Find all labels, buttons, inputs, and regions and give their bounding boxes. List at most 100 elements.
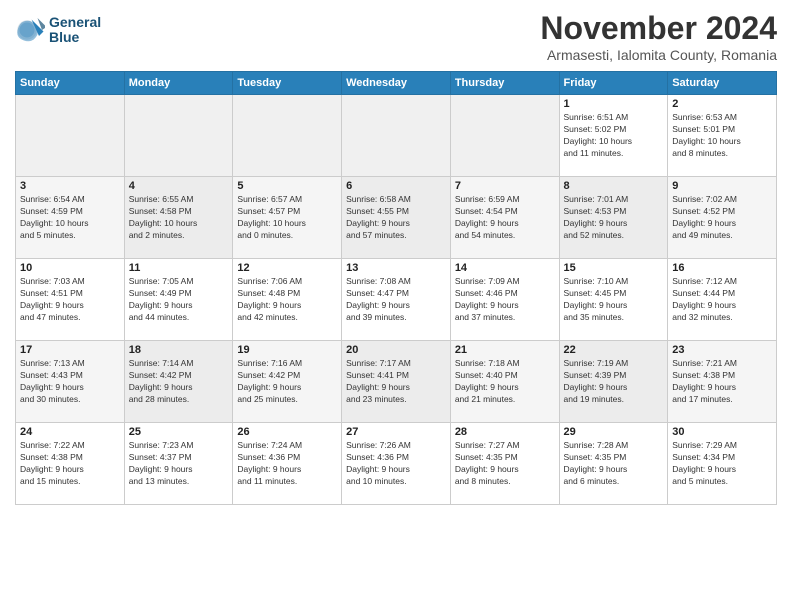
- day-number: 11: [129, 262, 229, 274]
- day-number: 28: [455, 426, 555, 438]
- day-number: 26: [237, 426, 337, 438]
- logo: General Blue: [15, 15, 101, 46]
- day-header-wednesday: Wednesday: [342, 72, 451, 95]
- day-header-friday: Friday: [559, 72, 668, 95]
- day-info: Sunrise: 7:10 AM Sunset: 4:45 PM Dayligh…: [564, 276, 664, 324]
- day-number: 1: [564, 98, 664, 110]
- day-number: 29: [564, 426, 664, 438]
- day-cell: 29 Sunrise: 7:28 AM Sunset: 4:35 PM Dayli…: [559, 423, 668, 505]
- day-number: 13: [346, 262, 446, 274]
- week-row-3: 10 Sunrise: 7:03 AM Sunset: 4:51 PM Dayli…: [16, 259, 777, 341]
- day-cell: 1 Sunrise: 6:51 AM Sunset: 5:02 PM Daylig…: [559, 95, 668, 177]
- day-cell: 15 Sunrise: 7:10 AM Sunset: 4:45 PM Dayli…: [559, 259, 668, 341]
- day-number: 3: [20, 180, 120, 192]
- day-cell: 16Sunrise: 7:12 AM Sunset: 4:44 PM Dayli…: [668, 259, 777, 341]
- day-cell: 9 Sunrise: 7:02 AM Sunset: 4:52 PM Daylig…: [668, 177, 777, 259]
- day-cell: 14 Sunrise: 7:09 AM Sunset: 4:46 PM Dayli…: [450, 259, 559, 341]
- day-info: Sunrise: 7:09 AM Sunset: 4:46 PM Dayligh…: [455, 276, 555, 324]
- day-info: Sunrise: 7:22 AM Sunset: 4:38 PM Dayligh…: [20, 440, 120, 488]
- day-info: Sunrise: 7:21 AM Sunset: 4:38 PM Dayligh…: [672, 358, 772, 406]
- day-info: Sunrise: 7:06 AM Sunset: 4:48 PM Dayligh…: [237, 276, 337, 324]
- day-info: Sunrise: 7:13 AM Sunset: 4:43 PM Dayligh…: [20, 358, 120, 406]
- day-info: Sunrise: 6:58 AM Sunset: 4:55 PM Dayligh…: [346, 194, 446, 242]
- day-cell: 17Sunrise: 7:13 AM Sunset: 4:43 PM Dayli…: [16, 341, 125, 423]
- title-area: November 2024 Armasesti, Ialomita County…: [540, 10, 777, 63]
- day-info: Sunrise: 7:18 AM Sunset: 4:40 PM Dayligh…: [455, 358, 555, 406]
- day-info: Sunrise: 6:53 AM Sunset: 5:01 PM Dayligh…: [672, 112, 772, 160]
- day-header-saturday: Saturday: [668, 72, 777, 95]
- day-number: 27: [346, 426, 446, 438]
- day-number: 22: [564, 344, 664, 356]
- day-cell: 21 Sunrise: 7:18 AM Sunset: 4:40 PM Dayli…: [450, 341, 559, 423]
- day-cell: 3 Sunrise: 6:54 AM Sunset: 4:59 PM Daylig…: [16, 177, 125, 259]
- logo-icon: [15, 15, 45, 45]
- day-info: Sunrise: 7:01 AM Sunset: 4:53 PM Dayligh…: [564, 194, 664, 242]
- day-cell: 25Sunrise: 7:23 AM Sunset: 4:37 PM Dayli…: [124, 423, 233, 505]
- logo-line1: General: [49, 15, 101, 30]
- day-cell: [342, 95, 451, 177]
- day-number: 24: [20, 426, 120, 438]
- day-cell: 6 Sunrise: 6:58 AM Sunset: 4:55 PM Daylig…: [342, 177, 451, 259]
- day-cell: 5Sunrise: 6:57 AM Sunset: 4:57 PM Daylig…: [233, 177, 342, 259]
- day-number: 19: [237, 344, 337, 356]
- day-number: 7: [455, 180, 555, 192]
- day-cell: 7Sunrise: 6:59 AM Sunset: 4:54 PM Daylig…: [450, 177, 559, 259]
- day-info: Sunrise: 7:02 AM Sunset: 4:52 PM Dayligh…: [672, 194, 772, 242]
- day-cell: 28 Sunrise: 7:27 AM Sunset: 4:35 PM Dayli…: [450, 423, 559, 505]
- day-info: Sunrise: 6:51 AM Sunset: 5:02 PM Dayligh…: [564, 112, 664, 160]
- day-cell: 27Sunrise: 7:26 AM Sunset: 4:36 PM Dayli…: [342, 423, 451, 505]
- day-number: 21: [455, 344, 555, 356]
- day-info: Sunrise: 7:19 AM Sunset: 4:39 PM Dayligh…: [564, 358, 664, 406]
- day-info: Sunrise: 7:05 AM Sunset: 4:49 PM Dayligh…: [129, 276, 229, 324]
- week-row-2: 3 Sunrise: 6:54 AM Sunset: 4:59 PM Daylig…: [16, 177, 777, 259]
- day-number: 5: [237, 180, 337, 192]
- day-number: 15: [564, 262, 664, 274]
- day-header-thursday: Thursday: [450, 72, 559, 95]
- day-info: Sunrise: 7:14 AM Sunset: 4:42 PM Dayligh…: [129, 358, 229, 406]
- day-cell: 26Sunrise: 7:24 AM Sunset: 4:36 PM Dayli…: [233, 423, 342, 505]
- day-number: 14: [455, 262, 555, 274]
- day-number: 9: [672, 180, 772, 192]
- day-header-monday: Monday: [124, 72, 233, 95]
- day-header-tuesday: Tuesday: [233, 72, 342, 95]
- day-number: 8: [564, 180, 664, 192]
- day-info: Sunrise: 7:28 AM Sunset: 4:35 PM Dayligh…: [564, 440, 664, 488]
- day-info: Sunrise: 6:55 AM Sunset: 4:58 PM Dayligh…: [129, 194, 229, 242]
- day-number: 6: [346, 180, 446, 192]
- day-info: Sunrise: 7:27 AM Sunset: 4:35 PM Dayligh…: [455, 440, 555, 488]
- calendar-table: SundayMondayTuesdayWednesdayThursdayFrid…: [15, 71, 777, 505]
- day-cell: 18 Sunrise: 7:14 AM Sunset: 4:42 PM Dayli…: [124, 341, 233, 423]
- day-number: 23: [672, 344, 772, 356]
- day-info: Sunrise: 7:08 AM Sunset: 4:47 PM Dayligh…: [346, 276, 446, 324]
- day-cell: 8 Sunrise: 7:01 AM Sunset: 4:53 PM Daylig…: [559, 177, 668, 259]
- day-info: Sunrise: 7:29 AM Sunset: 4:34 PM Dayligh…: [672, 440, 772, 488]
- day-number: 10: [20, 262, 120, 274]
- week-row-5: 24 Sunrise: 7:22 AM Sunset: 4:38 PM Dayli…: [16, 423, 777, 505]
- day-info: Sunrise: 7:12 AM Sunset: 4:44 PM Dayligh…: [672, 276, 772, 324]
- week-row-1: 1 Sunrise: 6:51 AM Sunset: 5:02 PM Daylig…: [16, 95, 777, 177]
- day-cell: 13 Sunrise: 7:08 AM Sunset: 4:47 PM Dayli…: [342, 259, 451, 341]
- day-number: 2: [672, 98, 772, 110]
- calendar-container: General Blue November 2024 Armasesti, Ia…: [0, 0, 792, 510]
- day-cell: [16, 95, 125, 177]
- day-info: Sunrise: 7:03 AM Sunset: 4:51 PM Dayligh…: [20, 276, 120, 324]
- day-cell: 2 Sunrise: 6:53 AM Sunset: 5:01 PM Daylig…: [668, 95, 777, 177]
- day-cell: 11 Sunrise: 7:05 AM Sunset: 4:49 PM Dayli…: [124, 259, 233, 341]
- day-info: Sunrise: 6:54 AM Sunset: 4:59 PM Dayligh…: [20, 194, 120, 242]
- day-cell: 22 Sunrise: 7:19 AM Sunset: 4:39 PM Dayli…: [559, 341, 668, 423]
- day-cell: 24 Sunrise: 7:22 AM Sunset: 4:38 PM Dayli…: [16, 423, 125, 505]
- day-number: 25: [129, 426, 229, 438]
- header-row: SundayMondayTuesdayWednesdayThursdayFrid…: [16, 72, 777, 95]
- header: General Blue November 2024 Armasesti, Ia…: [15, 10, 777, 63]
- day-cell: 20Sunrise: 7:17 AM Sunset: 4:41 PM Dayli…: [342, 341, 451, 423]
- location: Armasesti, Ialomita County, Romania: [540, 47, 777, 63]
- day-cell: 19Sunrise: 7:16 AM Sunset: 4:42 PM Dayli…: [233, 341, 342, 423]
- day-number: 18: [129, 344, 229, 356]
- day-cell: 4Sunrise: 6:55 AM Sunset: 4:58 PM Daylig…: [124, 177, 233, 259]
- day-cell: 10 Sunrise: 7:03 AM Sunset: 4:51 PM Dayli…: [16, 259, 125, 341]
- day-info: Sunrise: 7:17 AM Sunset: 4:41 PM Dayligh…: [346, 358, 446, 406]
- logo-line2: Blue: [49, 30, 101, 45]
- day-number: 12: [237, 262, 337, 274]
- logo-text: General Blue: [49, 15, 101, 46]
- day-cell: [450, 95, 559, 177]
